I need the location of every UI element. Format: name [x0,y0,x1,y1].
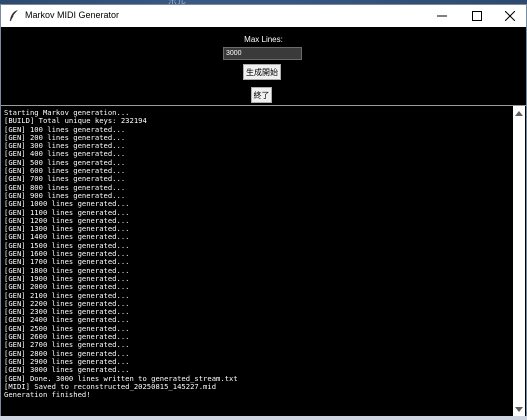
controls-panel: Max Lines: 生成開始 終了 [1,27,526,109]
minimize-button[interactable] [425,5,459,27]
max-lines-input[interactable] [223,47,302,60]
minimize-icon [437,15,447,17]
log-panel[interactable]: Starting Markov generation... [BUILD] Tot… [1,105,526,416]
maximize-button[interactable] [460,5,494,27]
close-icon [505,11,515,21]
generate-button[interactable]: 生成開始 [243,64,281,80]
scroll-down-icon[interactable] [515,407,523,412]
title-bar[interactable]: Markov MIDI Generator [1,5,526,28]
log-scrollbar[interactable] [513,106,525,416]
maximize-icon [472,11,482,21]
close-button[interactable] [493,5,527,27]
quit-button[interactable]: 終了 [251,87,272,103]
scroll-up-icon[interactable] [515,111,523,116]
window-title: Markov MIDI Generator [25,10,120,20]
max-lines-label: Max Lines: [244,35,283,44]
log-line: Generation finished! [4,390,91,400]
feather-icon [9,10,18,22]
log-output[interactable]: Starting Markov generation... [BUILD] Tot… [4,109,510,414]
taskbar [0,416,527,420]
app-window: Markov MIDI Generator Max Lines: 生成開始 終了… [0,4,527,416]
